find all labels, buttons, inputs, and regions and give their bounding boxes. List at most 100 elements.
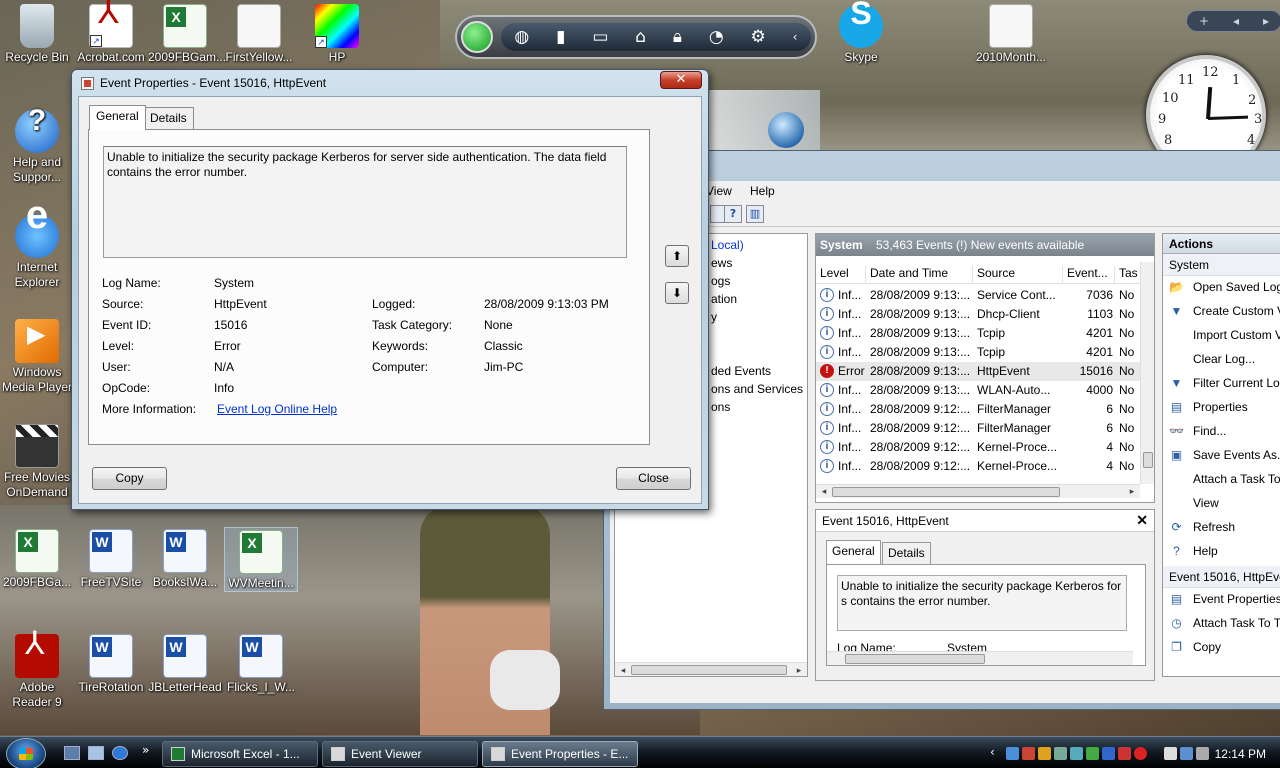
column-level[interactable]: Level	[816, 266, 866, 284]
action-refresh[interactable]: ⟳ Refresh	[1163, 516, 1280, 540]
desktop-icon-freetvsite[interactable]: FreeTVSite	[74, 527, 148, 590]
close-icon[interactable]: ✕	[1136, 512, 1148, 529]
desktop-icon-wvmeetin[interactable]: WVMeetin...	[224, 527, 298, 592]
tray-icon[interactable]	[1134, 747, 1147, 760]
tree-item[interactable]: ation	[711, 292, 737, 306]
table-row[interactable]: ! Error 28/08/2009 9:13:... HttpEvent 15016 N…	[816, 362, 1140, 381]
taskbar-button-event-viewer[interactable]: Event Viewer	[322, 741, 478, 767]
warning-tray-icon[interactable]	[1038, 747, 1051, 760]
taskbar-button-event-properties[interactable]: Event Properties - E...	[482, 741, 638, 767]
show-desktop-icon[interactable]	[64, 746, 80, 760]
show-hidden-icons-icon[interactable]: ‹	[990, 745, 995, 759]
tray-icon[interactable]	[1070, 747, 1083, 760]
event-log-online-help-link[interactable]: Event Log Online Help	[217, 402, 337, 416]
desktop-icon-tirerotation[interactable]: TireRotation	[74, 632, 148, 695]
actions-section-system[interactable]: System	[1163, 254, 1280, 276]
close-icon[interactable]: ✕	[660, 71, 702, 89]
tree-item[interactable]: ogs	[711, 274, 730, 288]
plus-icon[interactable]: +	[1199, 14, 1209, 28]
table-row[interactable]: i Inf... 28/08/2009 9:13:... Service Cont..…	[816, 286, 1140, 305]
left-arrow-icon[interactable]: ◂	[1233, 14, 1239, 28]
action-filter-current-log[interactable]: ▼ Filter Current Log...	[1163, 372, 1280, 396]
table-row[interactable]: i Inf... 28/08/2009 9:12:... Kernel-Proce..…	[816, 438, 1140, 457]
gear-icon[interactable]: ⚙	[751, 27, 766, 47]
column-event-id[interactable]: Event...	[1063, 266, 1115, 284]
action-properties[interactable]: ▤ Properties	[1163, 396, 1280, 420]
tree-item[interactable]: ons and Services Lo	[711, 382, 807, 396]
network-tray-icon[interactable]	[1006, 747, 1019, 760]
show-hide-pane-icon[interactable]: ▥	[746, 205, 764, 223]
right-arrow-icon[interactable]: ▸	[1263, 14, 1269, 28]
tray-icon[interactable]	[1054, 747, 1067, 760]
clock-time[interactable]: 12:14 PM	[1215, 747, 1266, 761]
tree-item[interactable]: y	[711, 310, 717, 324]
action-copy[interactable]: ❐ Copy	[1163, 636, 1280, 660]
desktop-icon-firstyellow[interactable]: FirstYellow...	[222, 2, 296, 65]
desktop-icon-adobe-reader[interactable]: Adobe Reader 9	[0, 632, 74, 710]
list-horizontal-scrollbar[interactable]: ◂ ▸	[816, 484, 1140, 498]
desktop-icon-media-player[interactable]: Windows Media Player	[0, 317, 74, 395]
desktop-icon-flicks[interactable]: Flicks_I_W...	[224, 632, 298, 695]
switch-windows-icon[interactable]	[88, 746, 104, 760]
globe-icon[interactable]: ◍	[514, 27, 529, 47]
desktop-icon-2009fbga[interactable]: 2009FBGa...	[0, 527, 74, 590]
column-date-time[interactable]: Date and Time	[866, 266, 973, 284]
desktop-icon-2010month[interactable]: 2010Month...	[974, 2, 1048, 65]
lock-icon[interactable]: 🔒︎	[673, 27, 682, 47]
action-help[interactable]: ? Help	[1163, 540, 1280, 564]
usb-icon[interactable]: ⌂	[635, 27, 646, 47]
actions-section-event[interactable]: Event 15016, HttpEvent	[1163, 566, 1280, 588]
security-tray-icon[interactable]	[1022, 747, 1035, 760]
scroll-thumb[interactable]	[832, 487, 1060, 497]
table-row[interactable]: i Inf... 28/08/2009 9:12:... Kernel-Proce..…	[816, 457, 1140, 476]
action-create-custom-vi[interactable]: ▼ Create Custom Vi...	[1163, 300, 1280, 324]
action-find[interactable]: 👓 Find...	[1163, 420, 1280, 444]
desktop-icon-internet-explorer[interactable]: Internet Explorer	[0, 208, 74, 290]
desktop-icon-free-movies[interactable]: Free Movies OnDemand	[0, 422, 74, 500]
desktop-orb-gadget[interactable]	[768, 112, 804, 148]
internet-explorer-icon[interactable]	[112, 746, 128, 760]
action-attach-a-task-to[interactable]: Attach a Task To...	[1163, 468, 1280, 492]
tab-details[interactable]: Details	[143, 107, 194, 129]
desktop-icon-help[interactable]: Help and Suppor...	[0, 107, 74, 185]
desktop-icon-recycle-bin[interactable]: Recycle Bin	[0, 2, 74, 65]
previous-event-button[interactable]: ⬆	[665, 245, 689, 267]
desktop-icon-booksiwa[interactable]: BooksIWa...	[148, 527, 222, 590]
scroll-thumb[interactable]	[1143, 452, 1153, 468]
chevron-right-icon[interactable]: »	[142, 743, 149, 757]
table-row[interactable]: i Inf... 28/08/2009 9:13:... Tcpip 4201 No	[816, 343, 1140, 362]
scroll-right-icon[interactable]: ▸	[1126, 485, 1138, 499]
action-event-properties[interactable]: ▤ Event Properties	[1163, 588, 1280, 612]
tree-item[interactable]: ons	[711, 400, 730, 414]
start-button[interactable]	[6, 738, 46, 768]
scroll-right-icon[interactable]: ▸	[793, 663, 805, 676]
table-row[interactable]: i Inf... 28/08/2009 9:13:... WLAN-Auto... 40…	[816, 381, 1140, 400]
desktop-icon-skype[interactable]: Skype	[824, 2, 898, 65]
tree-item[interactable]: Local)	[711, 238, 744, 252]
table-row[interactable]: i Inf... 28/08/2009 9:13:... Dhcp-Client 110…	[816, 305, 1140, 324]
scroll-thumb[interactable]	[631, 665, 787, 675]
action-import-custom-vi[interactable]: Import Custom Vi...	[1163, 324, 1280, 348]
green-orb-icon[interactable]	[461, 21, 493, 53]
action-attach-task-to-t[interactable]: ◷ Attach Task To T...	[1163, 612, 1280, 636]
copy-button[interactable]: Copy	[92, 467, 167, 490]
preview-horizontal-scrollbar[interactable]	[827, 651, 1133, 665]
sidebar-gadget-controls[interactable]: + ◂ ▸	[1186, 10, 1280, 32]
table-row[interactable]: i Inf... 28/08/2009 9:13:... Tcpip 4201 No	[816, 324, 1140, 343]
next-event-button[interactable]: ⬇	[665, 282, 689, 304]
desktop-icon-2009fbgam[interactable]: 2009FBGam...	[148, 2, 226, 65]
action-view[interactable]: View	[1163, 492, 1280, 516]
scroll-left-icon[interactable]: ◂	[617, 663, 629, 676]
event-description[interactable]: Unable to initialize the security packag…	[103, 146, 627, 258]
action-clear-log[interactable]: Clear Log...	[1163, 348, 1280, 372]
preview-tab-details[interactable]: Details	[882, 542, 931, 564]
desktop-icon-jbletterhead[interactable]: JBLetterHead	[148, 632, 222, 695]
column-source[interactable]: Source	[973, 266, 1063, 284]
tray-icon[interactable]	[1164, 747, 1177, 760]
taskbar-button-excel[interactable]: Microsoft Excel - 1...	[162, 741, 318, 767]
tray-icon[interactable]	[1102, 747, 1115, 760]
network-icon[interactable]: ▭	[592, 27, 608, 47]
tab-general[interactable]: General	[89, 105, 146, 130]
desktop-icon-hp[interactable]: ↗ HP	[300, 2, 374, 65]
action-save-events-as[interactable]: ▣ Save Events As...	[1163, 444, 1280, 468]
